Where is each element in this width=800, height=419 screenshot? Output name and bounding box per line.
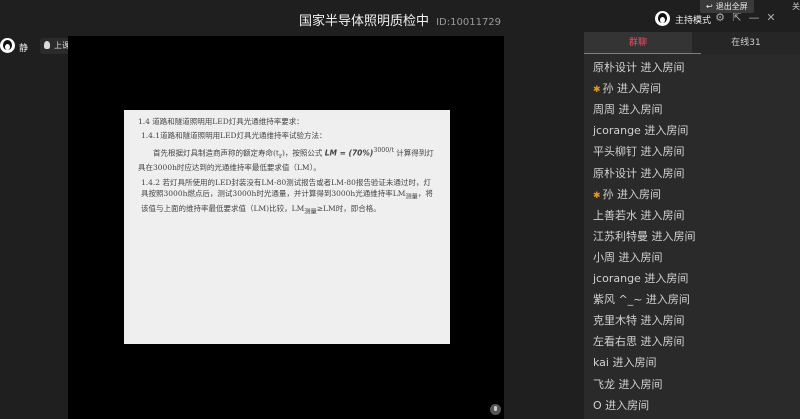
chat-user-name[interactable]: 周周 xyxy=(593,103,615,116)
room-id: ID:10011729 xyxy=(436,17,502,28)
bulb-icon xyxy=(44,41,50,49)
chat-user-name[interactable]: 孙 xyxy=(603,82,614,95)
chat-message-text: 进入房间 xyxy=(615,377,663,391)
chat-message-text: 进入房间 xyxy=(613,187,662,201)
chat-message-text: 进入房间 xyxy=(637,61,685,74)
tab-online[interactable]: 在线31 xyxy=(692,32,800,54)
close-label[interactable]: 关 xyxy=(792,1,800,12)
chat-message-row: O 进入房间 xyxy=(593,397,649,413)
chat-message-text: 进入房间 xyxy=(601,398,650,412)
chat-message-row: 左看右思 进入房间 xyxy=(593,333,685,349)
chat-user-name[interactable]: jcorange xyxy=(593,124,641,137)
chat-message-text: 进入房间 xyxy=(642,293,690,307)
chat-message-row: 紫风 ^_~ 进入房间 xyxy=(593,291,690,307)
chat-user-name[interactable]: 平头柳钉 xyxy=(593,145,637,158)
chat-message-row: 平头柳钉 进入房间 xyxy=(593,143,685,159)
chat-message-text: 进入房间 xyxy=(637,208,685,222)
chat-message-row: 原朴设计 进入房间 xyxy=(593,165,685,181)
chat-message-row: 江苏利特曼 进入房间 xyxy=(593,228,696,244)
chat-message-text: 进入房间 xyxy=(615,103,663,117)
chat-message-text: 进入房间 xyxy=(615,250,663,264)
chat-message-row: 克里木特 进入房间 xyxy=(593,312,685,328)
chat-panel: 群聊 在线31 原朴设计 进入房间 ✱ 孙 进入房间 周周 进入房间 jcorange … xyxy=(584,32,800,419)
chat-message-text: 进入房间 xyxy=(640,124,689,138)
microphone-icon[interactable] xyxy=(490,404,501,415)
chat-message-row: ✱ 孙 进入房间 xyxy=(593,80,661,96)
active-tab-indicator xyxy=(584,53,701,54)
chat-message-row: 周周 进入房间 xyxy=(593,101,663,117)
chat-user-name[interactable]: 左看右思 xyxy=(593,335,637,348)
doc-paragraph-1-4-2: 1.4.2 若灯具所使用的LED封装没有LM-80测试报告或者LM-80报告验证… xyxy=(141,178,433,215)
chat-message-row: 上善若水 进入房间 xyxy=(593,207,685,223)
host-avatar-icon[interactable] xyxy=(655,11,670,26)
chat-message-text: 进入房间 xyxy=(648,229,696,243)
chat-user-name[interactable]: 紫风 ^_~ xyxy=(593,293,642,306)
exit-fullscreen-label: 退出全屏 xyxy=(715,2,748,11)
chat-user-name[interactable]: 孙 xyxy=(603,188,614,201)
chat-message-text: 进入房间 xyxy=(637,166,685,180)
top-bar: 国家半导体照明质检中 ID:10011729 ↩ 退出全屏 关 主持模式 ⚙ ⇱ … xyxy=(0,0,800,36)
host-mode-label[interactable]: 主持模式 xyxy=(675,13,711,26)
shared-document: 1.4 道路和隧道照明用LED灯具光通维持率要求： 1.4.1道路和隧道照明用L… xyxy=(124,110,450,344)
chat-message-row: ✱ 孙 进入房间 xyxy=(593,186,661,202)
chat-message-text: 进入房间 xyxy=(613,82,662,96)
gear-icon[interactable]: ⚙ xyxy=(714,12,726,24)
classroom-app: 国家半导体照明质检中 ID:10011729 ↩ 退出全屏 关 主持模式 ⚙ ⇱ … xyxy=(0,0,800,419)
chat-message-row: 飞龙 进入房间 xyxy=(593,376,663,392)
chat-message-row: 原朴设计 进入房间 xyxy=(593,59,685,75)
chat-user-name[interactable]: jcorange xyxy=(593,272,641,285)
chat-message-text: 进入房间 xyxy=(637,145,685,159)
chat-message-text: 进入房间 xyxy=(608,356,657,370)
exit-fullscreen-icon: ↩ xyxy=(706,2,713,11)
vip-star-icon: ✱ xyxy=(593,85,601,96)
chat-message-row: 小周 进入房间 xyxy=(593,249,663,265)
chat-user-name[interactable]: 小周 xyxy=(593,251,615,264)
user-name: 静 xyxy=(19,44,29,54)
close-icon[interactable]: ✕ xyxy=(765,12,777,24)
chat-tabs: 群聊 在线31 xyxy=(584,32,800,54)
chat-user-name[interactable]: 克里木特 xyxy=(593,314,637,327)
minimize-icon[interactable]: — xyxy=(748,12,760,24)
chat-user-name[interactable]: O xyxy=(593,399,602,412)
chat-user-name[interactable]: 江苏利特曼 xyxy=(593,230,648,243)
chat-message-text: 进入房间 xyxy=(640,272,689,285)
chat-message-row: jcorange 进入房间 xyxy=(593,122,688,138)
user-avatar-icon[interactable] xyxy=(0,38,15,53)
exit-fullscreen-button[interactable]: ↩ 退出全屏 xyxy=(700,0,754,13)
doc-heading-1-4-1: 1.4.1道路和隧道照明用LED灯具光通维持率试验方法： xyxy=(141,131,327,140)
chat-user-name[interactable]: 原朴设计 xyxy=(593,61,637,74)
room-name: 国家半导体照明质检中 xyxy=(298,14,429,29)
chat-message-text: 进入房间 xyxy=(637,314,685,328)
chat-user-name[interactable]: kai xyxy=(593,356,609,369)
doc-heading-1-4: 1.4 道路和隧道照明用LED灯具光通维持率要求： xyxy=(138,117,304,126)
chat-message-row: kai 进入房间 xyxy=(593,354,656,370)
doc-paragraph-method: 首先根据灯具制造商声称的额定寿命(tr)，按照公式 LM = (70%)3000… xyxy=(138,147,434,172)
chat-user-name[interactable]: 原朴设计 xyxy=(593,167,637,180)
chat-user-name[interactable]: 上善若水 xyxy=(593,209,637,222)
chat-message-text: 进入房间 xyxy=(637,335,685,349)
tab-group-chat[interactable]: 群聊 xyxy=(584,32,692,54)
chat-user-name[interactable]: 飞龙 xyxy=(593,378,615,391)
vip-star-icon: ✱ xyxy=(593,190,601,201)
doc-formula: LM = (70%) xyxy=(324,148,374,158)
share-icon[interactable]: ⇱ xyxy=(731,12,743,24)
chat-message-row: jcorange 进入房间 xyxy=(593,270,688,286)
